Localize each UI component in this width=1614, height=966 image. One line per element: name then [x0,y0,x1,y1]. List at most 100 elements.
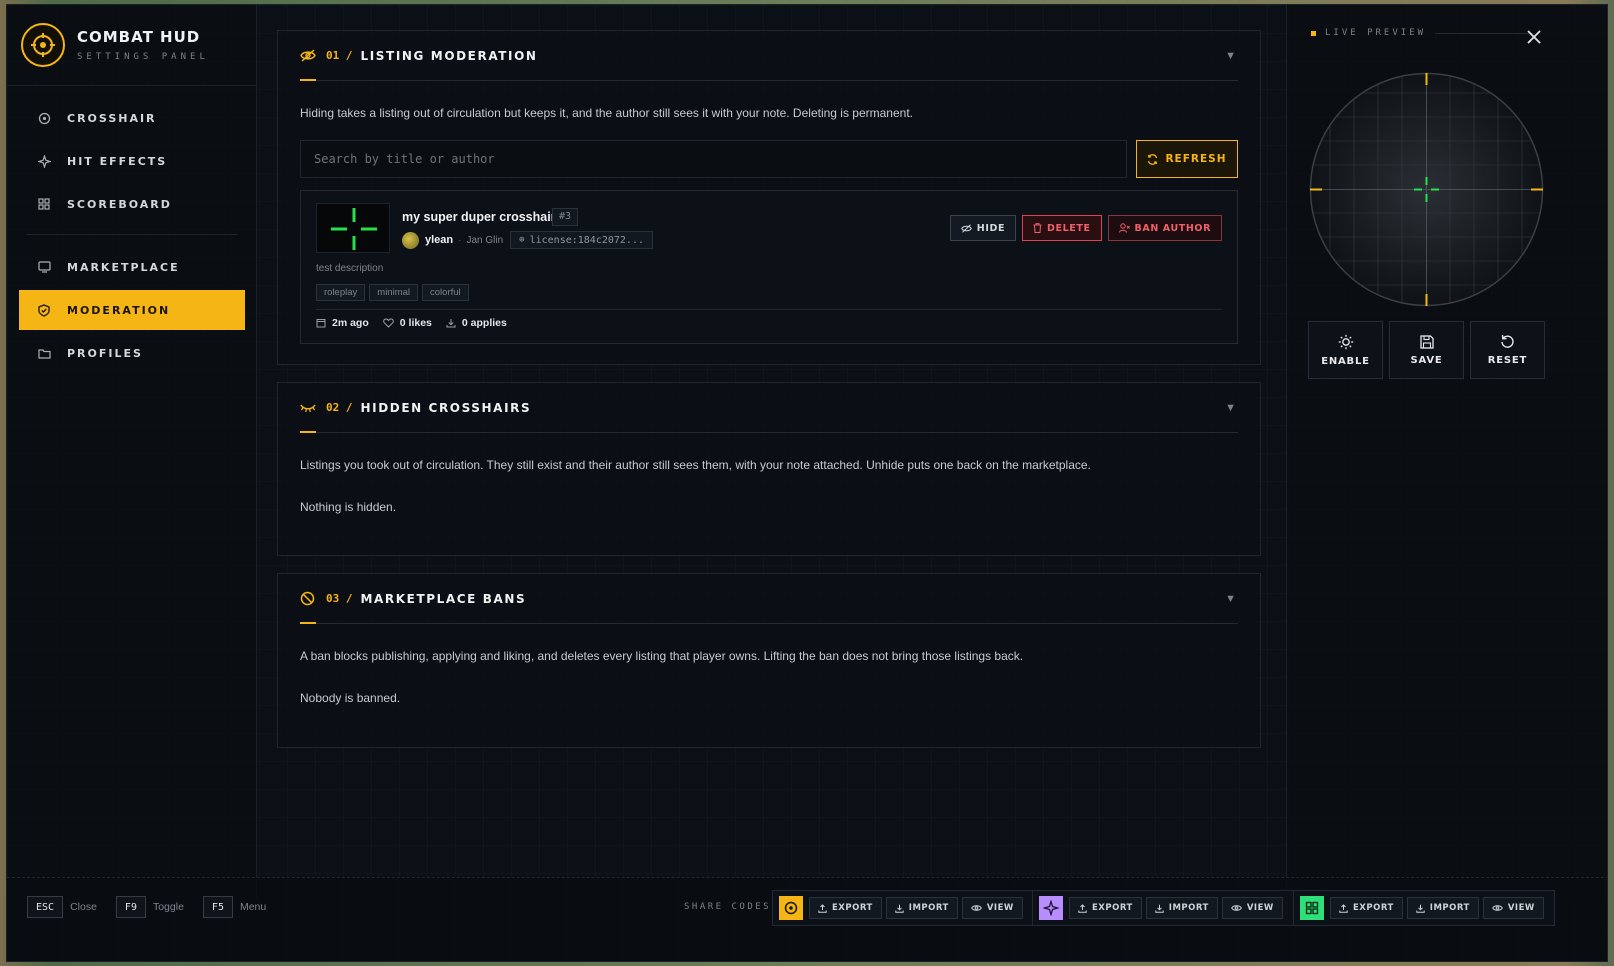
export-button[interactable]: EXPORT [809,897,882,919]
ban-author-button[interactable]: BAN AUTHOR [1107,215,1222,241]
view-button[interactable]: VIEW [1482,897,1544,919]
calendar-icon [316,319,326,328]
delete-label: DELETE [1047,222,1091,234]
crosshair-thumbnail [316,203,390,253]
stat-time: 2m ago [316,317,369,329]
sidebar-item-scoreboard[interactable]: SCOREBOARD [19,184,245,224]
eye-icon [970,905,982,911]
section-number: 01 / [326,49,353,62]
divider [7,85,256,86]
ban-icon [300,591,316,607]
sparkle-icon [1039,896,1063,920]
sparkle-icon [37,154,51,168]
key-f9-label: Toggle [152,901,184,913]
share-group-hit-effects: EXPORT IMPORT VIEW [1032,890,1294,926]
sidebar-item-label: MODERATION [67,303,171,317]
share-codes-label: SHARE CODES [684,902,772,912]
section-header[interactable]: 03 / MARKETPLACE BANS ▼ [300,574,1238,624]
section-description: A ban blocks publishing, applying and li… [300,649,1024,663]
license-badge: ⊕ license:184c2072... [510,231,653,249]
upload-icon [1339,903,1348,913]
import-button[interactable]: IMPORT [1406,897,1479,919]
section-marketplace-bans: 03 / MARKETPLACE BANS ▼ A ban blocks pub… [277,573,1261,748]
live-preview-text: LIVE PREVIEW [1325,28,1427,38]
hide-label: HIDE [976,222,1006,234]
listing-number-badge: #3 [552,208,579,226]
license-id: license:184c2072... [529,234,644,246]
refresh-icon [1148,153,1158,165]
section-header[interactable]: 01 / LISTING MODERATION ▼ [300,31,1238,81]
tag: minimal [369,284,419,301]
divider [1435,33,1533,34]
import-button[interactable]: IMPORT [1145,897,1218,919]
close-icon [1527,30,1541,44]
section-number: 03 / [326,592,353,605]
export-button[interactable]: EXPORT [1069,897,1142,919]
sidebar-item-label: HIT EFFECTS [67,154,168,168]
search-row: REFRESH [300,140,1238,178]
upload-icon [818,903,827,913]
chevron-down-icon[interactable]: ▼ [1225,402,1236,414]
section-header[interactable]: 02 / HIDDEN CROSSHAIRS ▼ [300,383,1238,433]
listing-card: my super duper crosshair #3 ylean · Jan … [300,190,1238,344]
section-hidden-crosshairs: 02 / HIDDEN CROSSHAIRS ▼ Listings you to… [277,382,1261,556]
crosshair-preview-scope [1308,71,1545,308]
download-icon [1416,904,1425,913]
grid-icon [37,197,51,211]
empty-state: Nothing is hidden. [300,500,397,514]
enable-button[interactable]: ENABLE [1308,321,1383,379]
export-button[interactable]: EXPORT [1330,897,1403,919]
section-number: 02 / [326,401,353,414]
sun-icon [1338,334,1353,349]
hide-button[interactable]: HIDE [949,215,1017,241]
export-label: EXPORT [832,903,873,913]
key-f5: F5 [202,896,233,918]
sidebar-item-profiles[interactable]: PROFILES [19,333,245,373]
brand: COMBAT HUD SETTINGS PANEL [21,23,209,67]
reset-button[interactable]: RESET [1470,321,1545,379]
search-input[interactable] [300,140,1127,178]
share-group-scoreboard: EXPORT IMPORT VIEW [1293,890,1555,926]
target-icon [779,896,803,920]
sidebar: COMBAT HUD SETTINGS PANEL CROSSHAIR HIT … [7,5,257,900]
import-label: IMPORT [1168,903,1209,913]
section-title: LISTING MODERATION [360,48,538,63]
sidebar-item-marketplace[interactable]: MARKETPLACE [19,247,245,287]
save-button[interactable]: SAVE [1389,321,1464,379]
brand-subtitle: SETTINGS PANEL [77,52,209,62]
author-real-name: Jan Glin [466,234,504,246]
view-label: VIEW [986,903,1014,913]
import-label: IMPORT [1429,903,1470,913]
sidebar-item-hit-effects[interactable]: HIT EFFECTS [19,141,245,181]
view-button[interactable]: VIEW [1221,897,1283,919]
avatar [402,231,419,249]
monitor-icon [37,260,51,274]
nav-divider [27,234,237,235]
chevron-down-icon[interactable]: ▼ [1225,593,1236,605]
tag: colorful [422,284,469,301]
chevron-down-icon[interactable]: ▼ [1225,50,1236,62]
listing-title: my super duper crosshair [402,210,556,224]
heart-icon [383,318,394,328]
view-button[interactable]: VIEW [961,897,1023,919]
separator-dot: · [458,234,462,246]
indicator-square [1311,30,1316,36]
sidebar-item-crosshair[interactable]: CROSSHAIR [19,98,245,138]
stat-likes: 0 likes [383,317,432,329]
nav-primary: CROSSHAIR HIT EFFECTS SCOREBOARD MARKETP… [19,98,245,376]
live-preview-panel: LIVE PREVIEW ENABLE SAVE RESET [1286,5,1607,900]
stat-applies: 0 applies [446,317,507,329]
section-title: MARKETPLACE BANS [360,591,527,606]
refresh-button[interactable]: REFRESH [1136,140,1238,178]
stat-applies-value: 0 applies [461,317,507,329]
close-button[interactable] [1524,27,1544,47]
export-label: EXPORT [1353,903,1394,913]
listing-description: test description [316,263,384,274]
eye-icon [1230,905,1242,911]
section-title: HIDDEN CROSSHAIRS [360,400,532,415]
delete-button[interactable]: DELETE [1022,215,1102,241]
trash-icon [1033,223,1042,233]
empty-state: Nobody is banned. [300,691,401,705]
import-button[interactable]: IMPORT [885,897,958,919]
sidebar-item-moderation[interactable]: MODERATION [19,290,245,330]
